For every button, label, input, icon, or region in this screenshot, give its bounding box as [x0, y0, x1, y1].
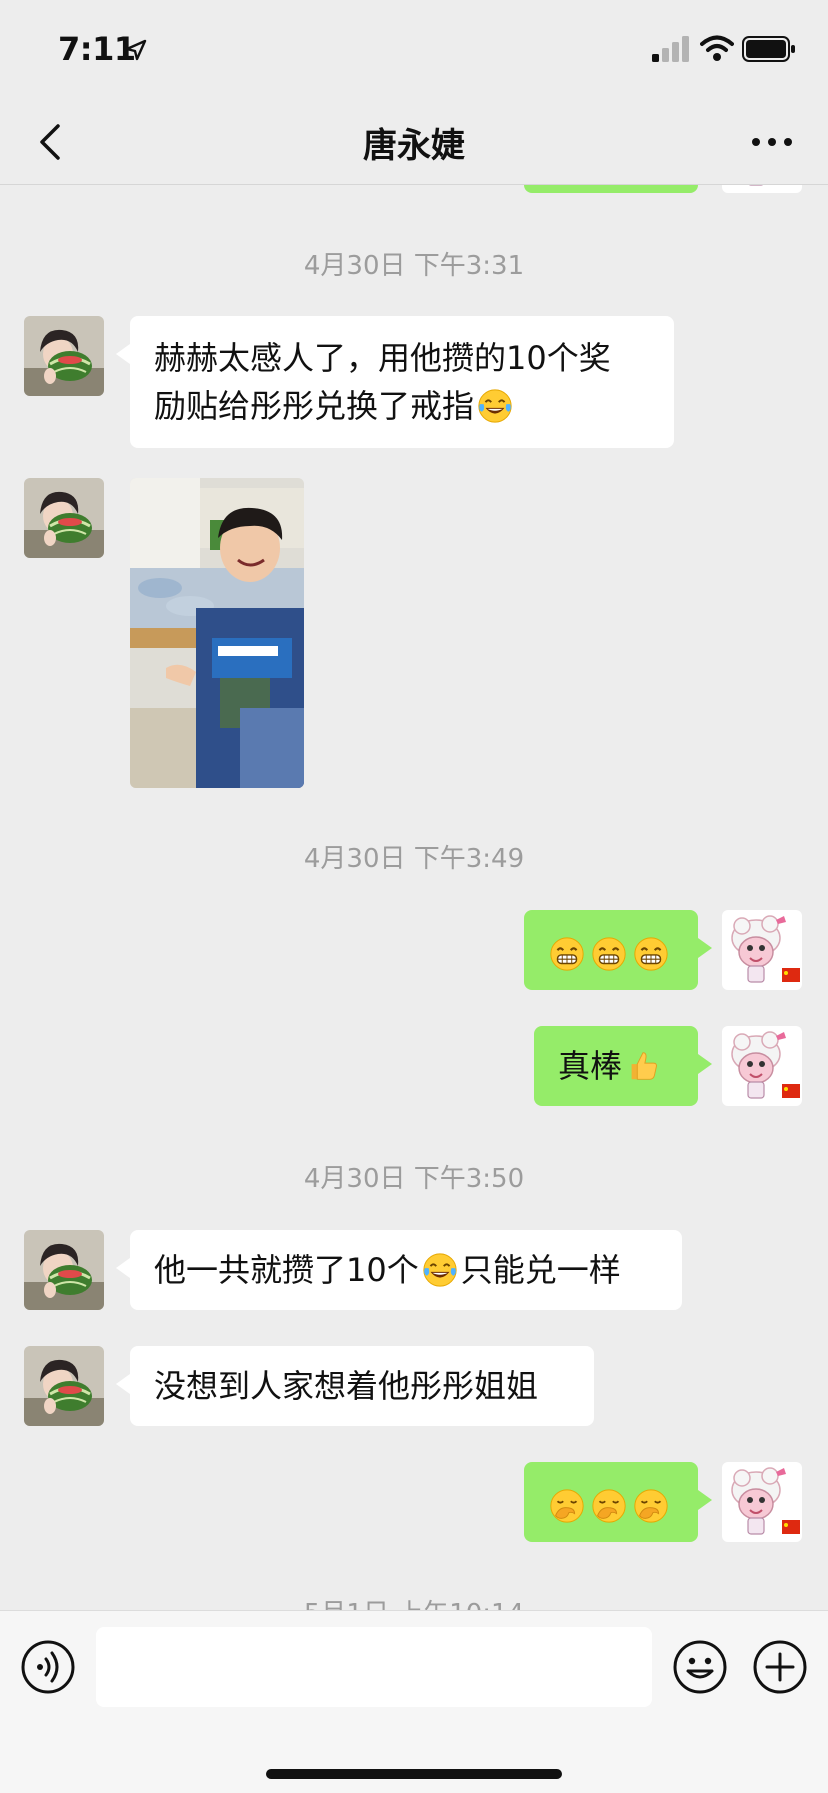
message-input[interactable]	[96, 1627, 652, 1707]
chat-message-list[interactable]: 4月30日 下午3:31 赫赫太感人了，用他攒的10个奖 励贴给彤彤兑换了戒指	[0, 185, 828, 1610]
message-bubble-incoming[interactable]: 没想到人家想着他彤彤姐姐	[116, 1346, 594, 1426]
grin-emoji-icon	[632, 935, 670, 973]
message-text-line: 励贴给彤彤兑换了戒指	[154, 382, 650, 430]
message-bubble-outgoing[interactable]: 真棒	[534, 1026, 712, 1106]
input-bar	[0, 1610, 828, 1793]
message-text-line: 赫赫太感人了，用他攒的10个奖	[154, 339, 611, 377]
message-text: 真棒	[558, 1047, 623, 1085]
status-bar: 7:11	[0, 0, 828, 100]
message-text: 只能兑一样	[460, 1251, 621, 1289]
grin-emoji-icon	[548, 935, 586, 973]
message-bubble-outgoing[interactable]	[524, 1462, 712, 1542]
battery-icon	[742, 36, 795, 62]
my-avatar[interactable]	[722, 185, 802, 193]
message-timestamp: 4月30日 下午3:50	[303, 1164, 525, 1194]
thumbs-up-emoji-icon	[624, 1047, 662, 1085]
message-timestamp: 4月30日 下午3:31	[303, 251, 525, 281]
contact-avatar[interactable]	[24, 316, 104, 396]
message-timestamp: 4月30日 下午3:49	[303, 844, 525, 874]
ellipsis-icon	[752, 138, 792, 146]
my-avatar[interactable]	[722, 910, 802, 990]
tears-of-joy-emoji-icon	[421, 1251, 459, 1289]
voice-icon[interactable]	[20, 1639, 76, 1695]
grin-emoji-icon	[590, 935, 628, 973]
message-bubble-incoming[interactable]: 他一共就攒了10个 只能兑一样	[116, 1230, 682, 1310]
home-indicator	[266, 1769, 562, 1779]
more-options-button[interactable]	[742, 114, 802, 170]
hand-over-mouth-emoji-icon	[590, 1487, 628, 1525]
chat-title: 唐永婕	[363, 126, 465, 166]
contact-avatar[interactable]	[24, 478, 104, 558]
message-bubble-outgoing[interactable]	[524, 910, 712, 990]
message-text: 没想到人家想着他彤彤姐姐	[154, 1367, 539, 1405]
message-text: 励贴给彤彤兑换了戒指	[154, 387, 475, 425]
message-text: 他一共就攒了10个	[154, 1251, 419, 1289]
signal-icon	[652, 36, 689, 62]
emoji-face-icon[interactable]	[672, 1639, 728, 1695]
location-arrow-icon	[125, 39, 147, 61]
hand-over-mouth-emoji-icon	[548, 1487, 586, 1525]
partial-emoji-bubble[interactable]	[524, 185, 698, 193]
plus-icon[interactable]	[752, 1639, 808, 1695]
contact-avatar[interactable]	[24, 1346, 104, 1426]
message-bubble-incoming[interactable]: 赫赫太感人了，用他攒的10个奖 励贴给彤彤兑换了戒指	[116, 316, 674, 448]
message-timestamp: 5月1日 上午10:14	[0, 1593, 828, 1610]
photo-message-thumbnail[interactable]	[130, 478, 304, 788]
my-avatar[interactable]	[722, 1026, 802, 1106]
hand-over-mouth-emoji-icon	[632, 1487, 670, 1525]
contact-avatar[interactable]	[24, 1230, 104, 1310]
my-avatar[interactable]	[722, 1462, 802, 1542]
nav-bar: 唐永婕	[0, 100, 828, 185]
wifi-icon	[700, 35, 734, 61]
tears-of-joy-emoji-icon	[476, 387, 514, 425]
photo-image	[130, 478, 304, 788]
